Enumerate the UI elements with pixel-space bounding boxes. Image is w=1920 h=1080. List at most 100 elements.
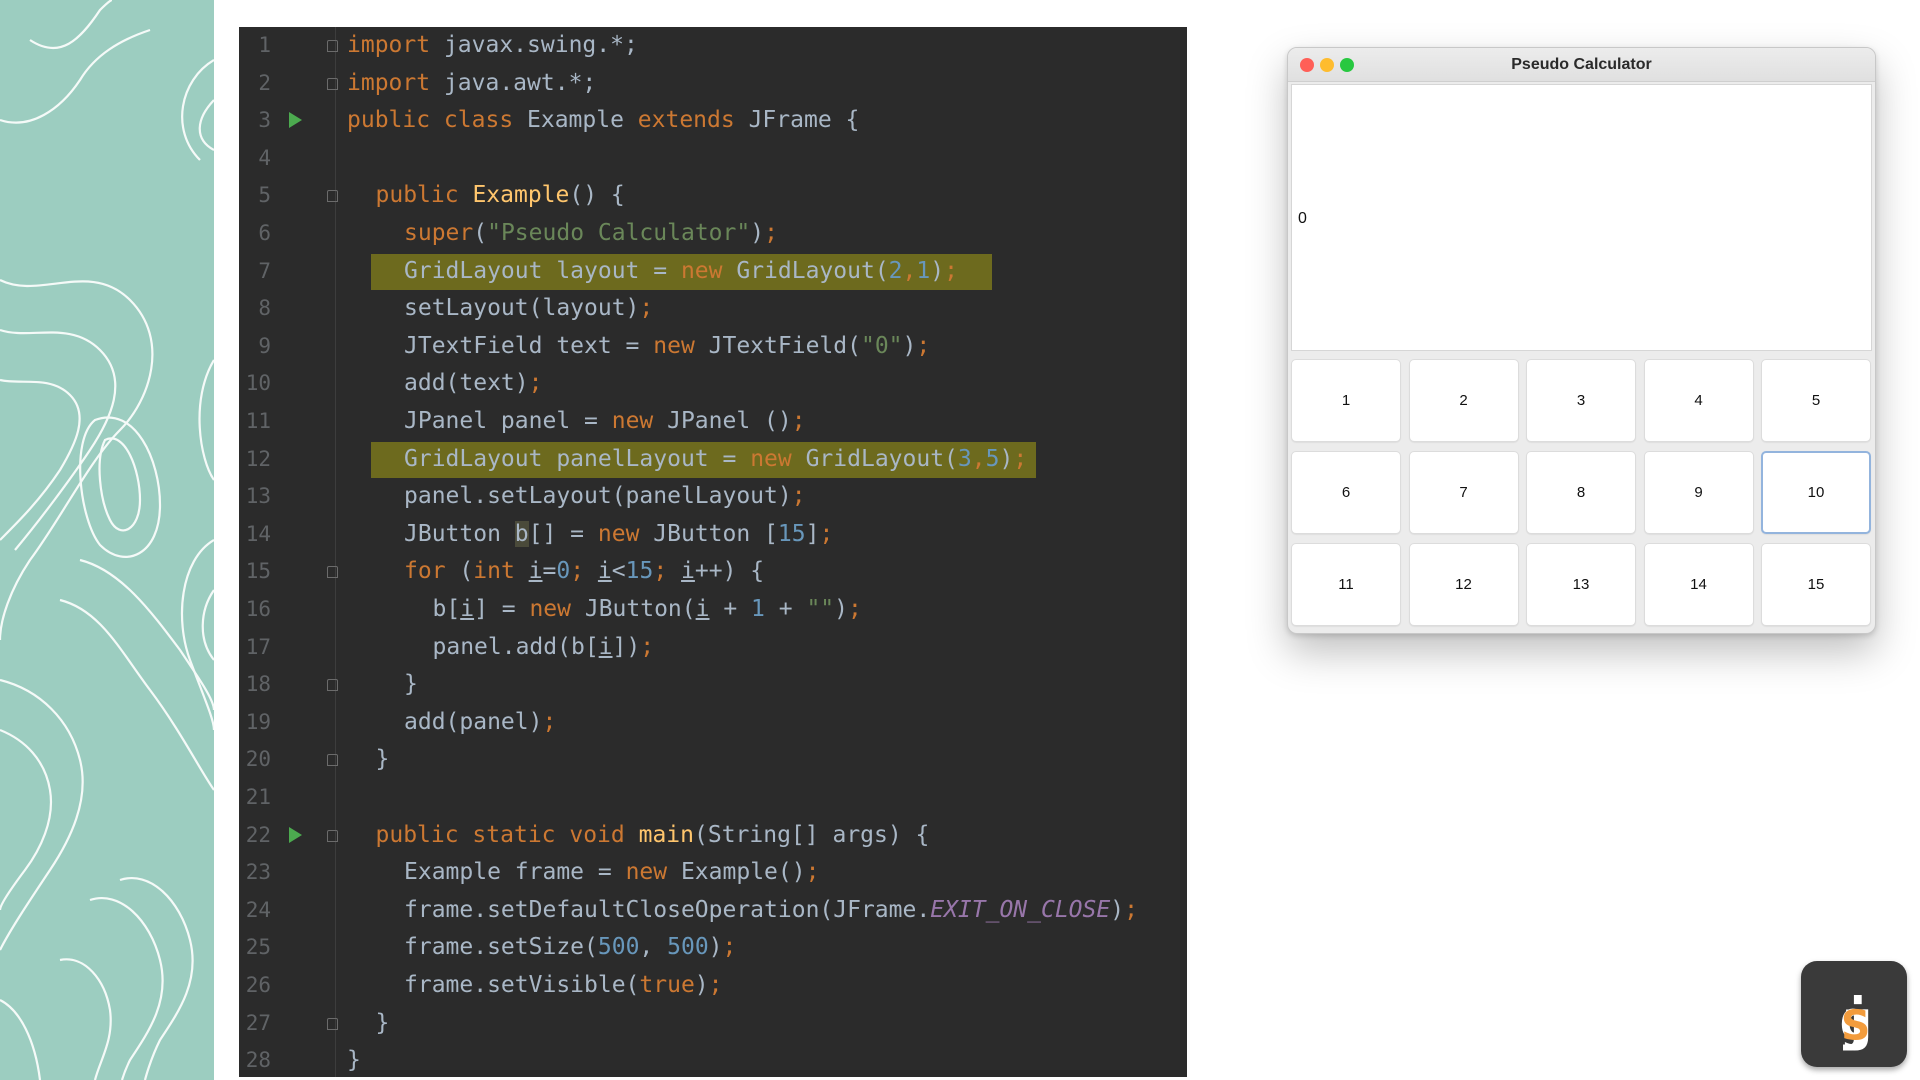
window-titlebar[interactable]: Pseudo Calculator (1288, 48, 1875, 82)
calculator-button-14[interactable]: 14 (1643, 543, 1754, 626)
calculator-button-6[interactable]: 6 (1291, 451, 1401, 534)
code-line[interactable]: 21 (239, 779, 1187, 817)
code-editor[interactable]: 1 import javax.swing.*; 2 import java.awt.*… (239, 27, 1187, 1077)
code-line[interactable]: 5 public Example() { (239, 177, 1187, 215)
run-gutter-icon[interactable] (289, 112, 302, 129)
code-line[interactable]: 24 frame.setDefaultCloseOperation(JFrame.… (239, 892, 1187, 930)
line-number: 4 (258, 145, 271, 170)
line-number: 14 (245, 521, 271, 546)
calculator-button-12[interactable]: 12 (1408, 543, 1519, 626)
code-token: panel.setLayout(panelLayout) (404, 483, 792, 510)
calculator-button-11[interactable]: 11 (1291, 543, 1401, 626)
code-token: JButton( (584, 596, 696, 622)
code-token: ; (791, 483, 806, 510)
code-token: ) (930, 257, 945, 284)
code-token: public static void (375, 821, 639, 848)
line-number: 26 (245, 973, 271, 997)
calculator-button-13[interactable]: 13 (1526, 543, 1636, 626)
calculator-button-8[interactable]: 8 (1526, 451, 1636, 534)
code-line[interactable]: 1 import javax.swing.*; (239, 27, 1187, 65)
code-token: ; (1124, 896, 1138, 923)
code-line[interactable]: 19 add(panel); (239, 704, 1187, 742)
code-token: ) (834, 596, 848, 622)
code-line[interactable]: 11 JPanel panel = new JPanel (); (239, 403, 1187, 441)
code-token: JButton [ (653, 520, 778, 547)
code-token: frame.setSize( (404, 934, 598, 961)
code-token: GridLayout( (805, 445, 958, 472)
line-number: 13 (245, 484, 271, 509)
code-line[interactable]: 20} (239, 741, 1187, 779)
line-number: 21 (245, 785, 271, 809)
fold-marker-icon[interactable] (327, 829, 338, 842)
calculator-button-15[interactable]: 15 (1761, 543, 1871, 626)
code-token: frame.setDefaultCloseOperation(JFrame. (404, 896, 931, 923)
code-line[interactable]: 10 add(text); (239, 365, 1187, 403)
fold-marker-icon[interactable] (327, 40, 338, 52)
code-token: ) (902, 332, 917, 359)
code-token: JTextField( (708, 332, 861, 359)
code-token: + (709, 596, 752, 622)
pseudo-calculator-window[interactable]: Pseudo Calculator 0 1 2 3 4 5 6 7 8 9 10 11 12 13 14 1… (1287, 47, 1876, 634)
fold-marker-icon[interactable] (327, 566, 338, 579)
code-line[interactable]: 3 public class Example extends JFrame { (239, 102, 1187, 140)
fold-marker-icon[interactable] (327, 77, 338, 90)
fold-marker-icon[interactable] (327, 190, 338, 203)
code-text: public Example() { (376, 182, 625, 208)
calculator-button-1[interactable]: 1 (1291, 359, 1401, 442)
code-line[interactable]: 26 frame.setVisible(true); (239, 967, 1187, 1005)
code-text: frame.setVisible(true); (404, 972, 723, 998)
calculator-button-9[interactable]: 9 (1643, 451, 1754, 534)
calculator-button-7[interactable]: 7 (1408, 451, 1519, 534)
code-token: ; (653, 558, 682, 585)
code-text: b[i] = new JButton(i + 1 + ""); (433, 596, 862, 622)
code-line[interactable]: 28} (239, 1042, 1187, 1077)
code-line[interactable]: 4 (239, 140, 1187, 178)
code-text: frame.setSize(500, 500); (404, 934, 736, 960)
line-number: 23 (245, 860, 271, 885)
code-line[interactable]: 12 GridLayout panelLayout = new GridLayou… (239, 441, 1187, 479)
code-line[interactable]: 18} (239, 666, 1187, 704)
calculator-button-4[interactable]: 4 (1643, 359, 1754, 442)
code-line[interactable]: 7 GridLayout layout = new GridLayout(2,1)… (239, 253, 1187, 291)
code-line[interactable]: 25 frame.setSize(500, 500); (239, 929, 1187, 967)
fold-marker-icon[interactable] (327, 754, 338, 767)
code-token: "" (806, 596, 835, 622)
calculator-button-10[interactable]: 10 (1761, 451, 1871, 534)
calculator-button-3[interactable]: 3 (1526, 359, 1636, 442)
code-line[interactable]: 27} (239, 1005, 1187, 1043)
code-line[interactable]: 6 super("Pseudo Calculator"); (239, 215, 1187, 253)
code-line[interactable]: 13 panel.setLayout(panelLayout); (239, 478, 1187, 516)
code-text: GridLayout layout = new GridLayout(2,1); (404, 258, 958, 284)
code-line[interactable]: 8 setLayout(layout); (239, 290, 1187, 328)
code-text: add(text); (404, 370, 542, 396)
line-number: 15 (245, 559, 271, 584)
code-line[interactable]: 16 b[i] = new JButton(i + 1 + ""); (239, 591, 1187, 629)
code-token: ; (640, 633, 655, 660)
code-line[interactable]: 17 panel.add(b[i]); (239, 629, 1187, 667)
fold-marker-icon[interactable] (327, 679, 338, 692)
code-token: ; (582, 69, 597, 96)
fold-marker-icon[interactable] (327, 1017, 338, 1030)
code-token: GridLayout( (736, 257, 889, 284)
code-token: i (598, 633, 613, 660)
code-token: import (347, 69, 431, 96)
run-gutter-icon[interactable] (289, 826, 302, 843)
code-token: i (528, 558, 543, 585)
code-line[interactable]: 2 import java.awt.*; (239, 65, 1187, 103)
code-line[interactable]: 15 for (int i=0; i<15; i++) { (239, 553, 1187, 591)
code-text: } (376, 746, 390, 772)
line-number: 3 (258, 108, 271, 133)
code-line[interactable]: 14 JButton b[] = new JButton [15]; (239, 516, 1187, 554)
code-token: } (347, 1047, 361, 1074)
calculator-button-2[interactable]: 2 (1408, 359, 1519, 442)
calculator-text-field[interactable]: 0 (1291, 84, 1872, 351)
code-line[interactable]: 22 public static void main(String[] args)… (239, 817, 1187, 855)
code-token: true (639, 972, 695, 998)
code-token: ; (623, 32, 638, 58)
line-number: 9 (258, 333, 271, 358)
code-text: super("Pseudo Calculator"); (404, 220, 778, 246)
code-line[interactable]: 9 JTextField text = new JTextField("0"); (239, 328, 1187, 366)
calculator-button-5[interactable]: 5 (1761, 359, 1871, 442)
code-text: frame.setDefaultCloseOperation(JFrame.EX… (404, 897, 1138, 923)
code-line[interactable]: 23 Example frame = new Example(); (239, 854, 1187, 892)
